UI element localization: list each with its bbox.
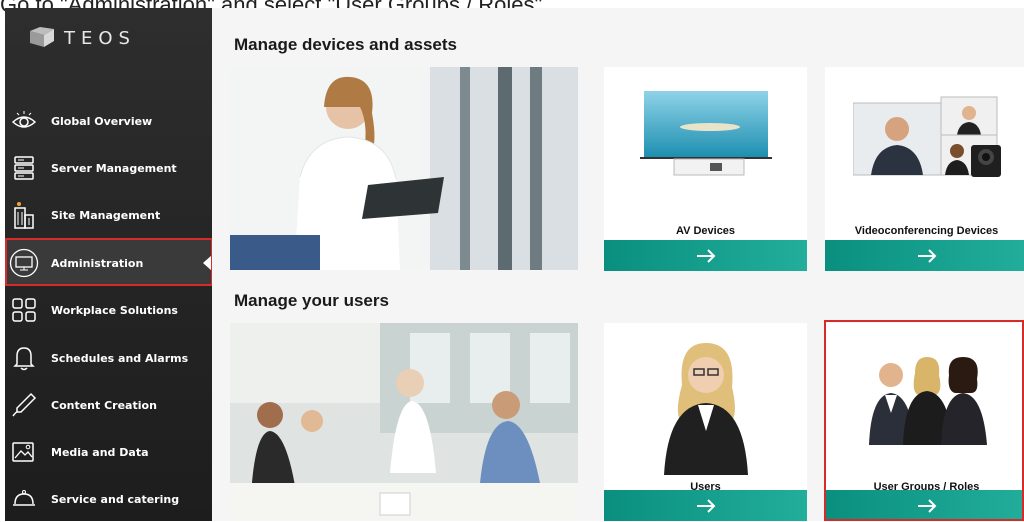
av-devices-arrow-button[interactable] <box>604 240 807 271</box>
videoconferencing-devices-card[interactable]: Videoconferencing Devices <box>825 67 1024 271</box>
arrow-right-icon <box>696 498 715 513</box>
sidebar-item-label: Server Management <box>51 161 177 175</box>
brand-name: TEOS <box>64 27 136 49</box>
sidebar-item-label: Global Overview <box>51 114 153 128</box>
users-hero-image <box>230 323 578 521</box>
pen-icon <box>9 390 39 420</box>
devices-hero-image <box>230 67 578 270</box>
bell-icon <box>9 343 39 373</box>
arrow-right-icon <box>917 498 936 513</box>
videoconference-image <box>853 96 1001 177</box>
sidebar-item-administration[interactable]: Administration <box>5 240 212 286</box>
section-title-devices: Manage devices and assets <box>234 35 458 54</box>
user-group-image <box>869 357 987 445</box>
users-arrow-button[interactable] <box>604 490 807 521</box>
sidebar-item-label: Workplace Solutions <box>51 303 178 317</box>
monitor-icon <box>9 248 39 278</box>
sidebar-item-label: Content Creation <box>51 398 157 412</box>
sidebar: TEOS Global Overview Server Management S… <box>5 8 212 521</box>
sidebar-item-global-overview[interactable]: Global Overview <box>5 98 212 144</box>
arrow-right-icon <box>696 248 715 263</box>
arrow-right-icon <box>917 248 936 263</box>
sidebar-item-content-creation[interactable]: Content Creation <box>5 382 212 428</box>
av-devices-card[interactable]: AV Devices <box>604 67 807 271</box>
sidebar-item-workplace-solutions[interactable]: Workplace Solutions <box>5 287 212 333</box>
sidebar-item-server-management[interactable]: Server Management <box>5 145 212 191</box>
eye-icon <box>9 106 39 136</box>
sidebar-item-label: Site Management <box>51 208 161 222</box>
card-label: AV Devices <box>675 225 736 237</box>
main-content: Manage devices and assets AV Devices Vid… <box>212 8 1024 521</box>
av-device-image <box>640 91 772 176</box>
teos-logo-icon <box>30 27 54 47</box>
card-label: Videoconferencing Devices <box>854 225 999 237</box>
sidebar-item-schedules-and-alarms[interactable]: Schedules and Alarms <box>5 335 212 381</box>
image-icon <box>9 437 39 467</box>
user-image <box>664 343 748 475</box>
videoconferencing-arrow-button[interactable] <box>825 240 1024 271</box>
sidebar-item-site-management[interactable]: Site Management <box>5 192 212 238</box>
server-icon <box>9 153 39 183</box>
user-groups-roles-card[interactable]: User Groups / Roles <box>825 323 1024 521</box>
sidebar-item-label: Administration <box>51 256 144 270</box>
section-title-users: Manage your users <box>234 291 389 310</box>
sidebar-item-media-and-data[interactable]: Media and Data <box>5 429 212 475</box>
sidebar-item-label: Service and catering <box>51 492 180 506</box>
sidebar-item-service-and-catering[interactable]: Service and catering <box>5 476 212 522</box>
teos-logo[interactable]: TEOS <box>28 23 136 53</box>
building-icon <box>9 200 39 230</box>
sidebar-item-label: Media and Data <box>51 445 149 459</box>
sidebar-item-label: Schedules and Alarms <box>51 351 189 365</box>
grid-icon <box>9 295 39 325</box>
user-groups-roles-arrow-button[interactable] <box>825 490 1024 521</box>
users-card[interactable]: Users <box>604 323 807 521</box>
cloche-icon <box>9 484 39 514</box>
